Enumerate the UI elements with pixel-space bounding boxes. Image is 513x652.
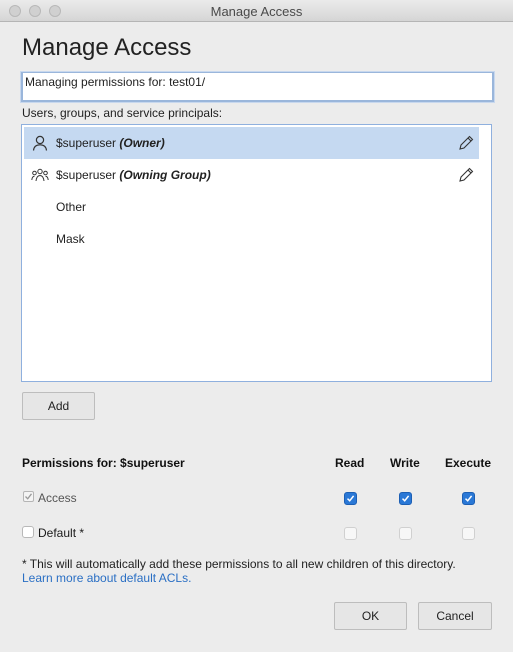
group-icon <box>24 159 56 191</box>
access-read-checkbox[interactable] <box>344 492 357 505</box>
principals-list[interactable]: $superuser (Owner) $superuser (Owning Gr… <box>21 124 492 382</box>
list-item-owner[interactable]: $superuser (Owner) <box>24 127 479 159</box>
title-bar: Manage Access <box>0 0 513 22</box>
default-row-checkbox[interactable] <box>22 526 34 538</box>
user-icon <box>24 127 56 159</box>
principal-name: $superuser <box>56 136 117 150</box>
pencil-icon[interactable] <box>457 166 475 184</box>
add-button[interactable]: Add <box>22 392 95 420</box>
managing-path-text: Managing permissions for: test01/ <box>25 75 206 89</box>
principals-label: Users, groups, and service principals: <box>22 106 223 120</box>
permissions-title: Permissions for: $superuser <box>22 456 185 470</box>
list-item-other[interactable]: Other <box>24 191 479 223</box>
footnote-text: * This will automatically add these perm… <box>22 557 456 571</box>
cancel-button[interactable]: Cancel <box>418 602 492 630</box>
access-row-checkbox <box>23 491 34 502</box>
column-write: Write <box>390 456 420 470</box>
principal-name: Mask <box>56 232 85 246</box>
access-row-label: Access <box>38 491 77 505</box>
default-read-checkbox <box>344 527 357 540</box>
default-write-checkbox <box>399 527 412 540</box>
list-item-mask[interactable]: Mask <box>24 223 479 255</box>
dialog-heading: Manage Access <box>22 34 192 61</box>
column-execute: Execute <box>445 456 492 470</box>
footnote: * This will automatically add these perm… <box>22 557 488 585</box>
pencil-icon[interactable] <box>457 134 475 152</box>
list-item-owning-group[interactable]: $superuser (Owning Group) <box>24 159 479 191</box>
managing-path-field[interactable]: Managing permissions for: test01/ <box>21 72 494 102</box>
learn-more-link[interactable]: Learn more about default ACLs. <box>22 571 191 585</box>
window-title: Manage Access <box>210 4 303 19</box>
ok-button[interactable]: OK <box>334 602 407 630</box>
default-execute-checkbox <box>462 527 475 540</box>
principal-name: $superuser <box>56 168 117 182</box>
access-execute-checkbox[interactable] <box>462 492 475 505</box>
principal-name: Other <box>56 200 87 214</box>
column-read: Read <box>335 456 365 470</box>
principal-role: (Owning Group) <box>119 168 211 182</box>
principal-role: (Owner) <box>119 136 165 150</box>
access-write-checkbox[interactable] <box>399 492 412 505</box>
default-row-label: Default * <box>38 526 85 540</box>
